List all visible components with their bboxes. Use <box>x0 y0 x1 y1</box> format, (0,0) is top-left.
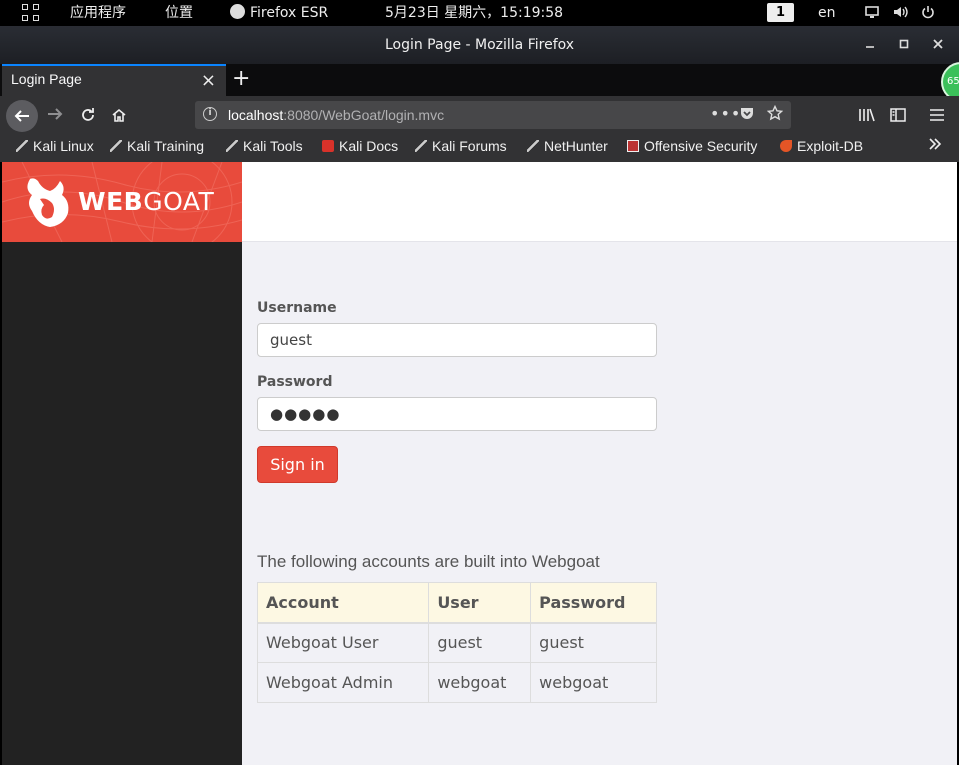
active-app-label: Firefox ESR <box>250 5 329 21</box>
bookmark-kali-tools[interactable]: Kali Tools <box>226 138 303 154</box>
kali-dragon-icon <box>226 140 238 152</box>
bookmark-label: Kali Linux <box>33 138 94 154</box>
bookmarks-toolbar: Kali Linux Kali Training Kali Tools Kali… <box>0 134 959 162</box>
bookmark-kali-docs[interactable]: Kali Docs <box>322 138 398 154</box>
library-icon[interactable] <box>855 103 879 127</box>
tab-login-page[interactable]: Login Page × <box>2 64 226 96</box>
brand-light: GOAT <box>143 187 215 216</box>
kali-dragon-icon <box>415 140 427 152</box>
bookmark-kali-forums[interactable]: Kali Forums <box>415 138 507 154</box>
maximize-button[interactable] <box>894 35 914 55</box>
url-host: localhost <box>228 107 284 123</box>
new-tab-button[interactable]: + <box>232 65 250 93</box>
cell-account: Webgoat Admin <box>256 662 430 703</box>
cell-user: webgoat <box>428 662 532 703</box>
bookmark-label: Kali Tools <box>243 138 303 154</box>
bookmark-label: NetHunter <box>544 138 608 154</box>
language-indicator[interactable]: en <box>818 0 836 26</box>
sidebar-toggle-icon[interactable] <box>886 103 910 127</box>
page-viewport: WEBGOAT Username guest Password ●●●●● Si… <box>2 162 957 765</box>
apps-grid-icon[interactable] <box>22 4 40 22</box>
password-input[interactable]: ●●●●● <box>257 397 657 431</box>
cell-password: webgoat <box>530 662 657 703</box>
site-info-icon[interactable]: i <box>203 107 217 121</box>
url-bar[interactable]: i localhost:8080/WebGoat/login.mvc ••• <box>195 101 791 129</box>
cell-account: Webgoat User <box>256 622 430 663</box>
page-actions-icon[interactable]: ••• <box>710 104 741 123</box>
bookmark-label: Offensive Security <box>644 138 758 154</box>
url-text[interactable]: localhost:8080/WebGoat/login.mvc <box>228 107 444 123</box>
bookmarks-overflow-icon[interactable] <box>928 136 942 152</box>
reload-button[interactable] <box>76 103 100 127</box>
kali-docs-icon <box>322 140 334 152</box>
brand-wordmark: WEBGOAT <box>78 187 214 216</box>
bookmark-exploit-db[interactable]: Exploit-DB <box>780 138 863 154</box>
back-button[interactable] <box>6 100 38 132</box>
bookmark-label: Kali Docs <box>339 138 399 154</box>
forward-button[interactable] <box>43 103 67 127</box>
table-row: Webgoat User guest guest <box>256 622 657 663</box>
nethunter-icon <box>527 140 539 152</box>
bookmark-offensive-security[interactable]: Offensive Security <box>627 138 757 154</box>
url-path: :8080/WebGoat/login.mvc <box>283 107 445 123</box>
top-panel: 应用程序 位置 Firefox ESR 5月23日 星期六，15:19:58 1… <box>0 0 959 26</box>
display-icon[interactable] <box>865 0 879 26</box>
bookmark-label: Kali Forums <box>432 138 507 154</box>
password-mask: ●●●●● <box>270 405 341 423</box>
header-bar <box>242 162 957 242</box>
power-icon[interactable] <box>921 0 935 26</box>
pocket-icon[interactable] <box>739 104 755 123</box>
tab-strip: Login Page × + <box>0 64 959 96</box>
exploit-db-icon <box>780 140 792 152</box>
close-tab-icon[interactable]: × <box>201 70 216 91</box>
places-menu[interactable]: 位置 <box>165 0 193 26</box>
bookmark-kali-training[interactable]: Kali Training <box>110 138 204 154</box>
table-row: Webgoat Admin webgoat webgoat <box>256 662 657 703</box>
volume-icon[interactable] <box>893 0 909 26</box>
table-header-row: Account User Password <box>256 582 657 624</box>
kali-dragon-icon <box>16 140 28 152</box>
hamburger-menu-icon[interactable] <box>925 103 949 127</box>
cell-password: guest <box>530 622 657 663</box>
username-input[interactable]: guest <box>257 323 657 357</box>
applications-menu[interactable]: 应用程序 <box>70 0 126 26</box>
bookmark-star-icon[interactable] <box>766 104 784 123</box>
bookmark-nethunter[interactable]: NetHunter <box>527 138 608 154</box>
brand-bold: WEB <box>78 187 144 216</box>
header-password: Password <box>530 582 657 624</box>
navigation-toolbar: i localhost:8080/WebGoat/login.mvc ••• <box>0 96 959 134</box>
bookmark-label: Kali Training <box>127 138 205 154</box>
header-account: Account <box>256 582 430 624</box>
offsec-icon <box>627 140 639 152</box>
username-label: Username <box>257 300 337 316</box>
bookmark-kali-linux[interactable]: Kali Linux <box>16 138 94 154</box>
window-title: Login Page - Mozilla Firefox <box>384 37 575 53</box>
header-user: User <box>428 582 532 624</box>
sign-in-button[interactable]: Sign in <box>257 446 338 483</box>
clock[interactable]: 5月23日 星期六，15:19:58 <box>385 0 563 26</box>
goat-logo-icon <box>27 178 69 227</box>
tab-label: Login Page <box>11 71 82 87</box>
close-window-button[interactable] <box>928 35 948 55</box>
accounts-table: Account User Password Webgoat User guest… <box>256 582 657 703</box>
active-app-menu[interactable]: Firefox ESR <box>230 0 328 26</box>
firefox-icon <box>230 4 245 19</box>
kali-dragon-icon <box>110 140 122 152</box>
cell-user: guest <box>428 622 532 663</box>
workspace-indicator[interactable]: 1 <box>767 3 794 22</box>
accounts-intro: The following accounts are built into We… <box>257 552 600 571</box>
home-button[interactable] <box>107 103 131 127</box>
window-titlebar[interactable]: Login Page - Mozilla Firefox <box>0 26 959 64</box>
bookmark-label: Exploit-DB <box>797 138 864 154</box>
password-label: Password <box>257 374 333 390</box>
sidebar <box>2 242 242 765</box>
webgoat-brand[interactable]: WEBGOAT <box>2 162 242 242</box>
minimize-button[interactable] <box>860 35 880 55</box>
